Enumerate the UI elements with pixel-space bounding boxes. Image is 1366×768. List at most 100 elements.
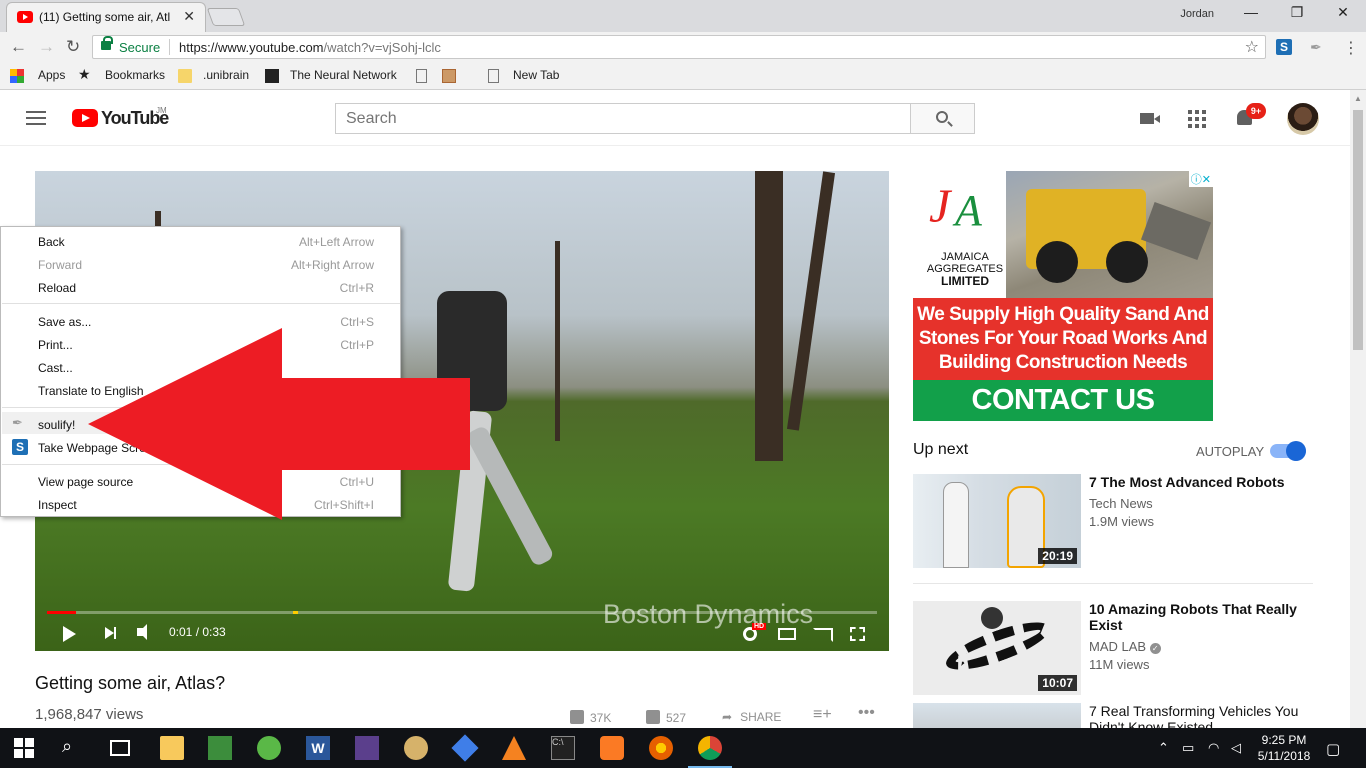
app-icon[interactable] bbox=[355, 736, 379, 760]
word-icon[interactable]: W bbox=[306, 736, 330, 760]
share-label: SHARE bbox=[740, 710, 782, 724]
recommendation-item[interactable]: 20:19 7 The Most Advanced Robots Tech Ne… bbox=[913, 474, 1313, 570]
bookmark-unibrain[interactable]: .unibrain bbox=[203, 68, 249, 82]
channel-label: MAD LAB bbox=[1089, 639, 1147, 654]
profile-name[interactable]: Jordan bbox=[1180, 8, 1214, 20]
soulify-extension-icon[interactable]: ✒ bbox=[1310, 39, 1326, 55]
menu-item-save-as[interactable]: Save as... bbox=[38, 315, 91, 329]
menu-item-print[interactable]: Print... bbox=[38, 338, 73, 352]
menu-item-back[interactable]: Back bbox=[38, 235, 65, 249]
channel-name[interactable]: MAD LAB ✓ bbox=[1089, 639, 1161, 654]
vlc-icon[interactable] bbox=[502, 736, 526, 760]
ad-contact-button[interactable]: CONTACT US bbox=[913, 380, 1213, 421]
scrollbar-thumb[interactable] bbox=[1353, 110, 1363, 350]
recommendation-views: 11M views bbox=[1089, 657, 1150, 672]
play-icon[interactable] bbox=[63, 626, 76, 642]
adchoices-icon[interactable]: ⓘ✕ bbox=[1188, 171, 1213, 187]
share-button[interactable]: ➦ SHARE bbox=[722, 710, 781, 724]
chrome-taskbar-icon[interactable] bbox=[688, 736, 732, 768]
file-explorer-icon[interactable] bbox=[160, 736, 184, 760]
url-text[interactable]: https://www.youtube.com/watch?v=vjSohj-l… bbox=[179, 40, 441, 55]
video-thumbnail[interactable]: 20:19 bbox=[913, 474, 1081, 568]
menu-item-inspect[interactable]: Inspect bbox=[38, 498, 77, 512]
fullscreen-icon[interactable] bbox=[850, 627, 865, 641]
new-tab-button[interactable] bbox=[206, 8, 246, 26]
action-center-icon[interactable]: ▢ bbox=[1326, 740, 1340, 758]
bookmark-apps[interactable]: Apps bbox=[38, 68, 65, 82]
avatar[interactable] bbox=[1287, 103, 1319, 135]
channel-name[interactable]: Tech News bbox=[1089, 496, 1153, 511]
menu-item-soulify[interactable]: soulify! bbox=[38, 418, 75, 432]
tab-close-icon[interactable]: ✕ bbox=[183, 8, 195, 25]
video-progress-bar[interactable] bbox=[47, 611, 877, 614]
recommendation-item[interactable]: 7 Real Transforming Vehicles You Didn't … bbox=[913, 703, 1313, 728]
cast-icon[interactable] bbox=[813, 628, 833, 642]
page-scrollbar[interactable]: ▲ bbox=[1350, 90, 1366, 728]
like-button[interactable]: 37K bbox=[570, 710, 611, 725]
chart-app-icon[interactable] bbox=[208, 736, 232, 760]
firefox-icon[interactable] bbox=[649, 736, 673, 760]
video-title: Getting some air, Atlas? bbox=[35, 673, 226, 693]
bookmark-star-icon[interactable]: ☆ bbox=[1245, 37, 1259, 57]
volume-tray-icon[interactable]: ◁ bbox=[1231, 740, 1241, 756]
wifi-icon[interactable]: ◠ bbox=[1208, 740, 1219, 756]
search-icon[interactable]: ⌕ bbox=[62, 736, 86, 760]
task-view-icon[interactable] bbox=[110, 740, 130, 756]
forward-icon[interactable]: → bbox=[38, 37, 55, 57]
video-duration: 10:07 bbox=[1038, 675, 1077, 691]
search-input[interactable] bbox=[336, 104, 911, 133]
terminal-icon[interactable]: C:\ bbox=[551, 736, 575, 760]
recommendation-title[interactable]: 7 The Most Advanced Robots bbox=[1089, 474, 1313, 490]
paint-icon[interactable] bbox=[404, 736, 428, 760]
bookmark-bookmarks[interactable]: Bookmarks bbox=[105, 68, 165, 82]
menu-item-cast[interactable]: Cast... bbox=[38, 361, 73, 375]
battery-icon[interactable]: ▭ bbox=[1182, 740, 1194, 756]
menu-item-forward[interactable]: Forward bbox=[38, 258, 82, 272]
recommendation-item[interactable]: 10:07 10 Amazing Robots That Really Exis… bbox=[913, 601, 1313, 697]
create-video-icon[interactable] bbox=[1140, 113, 1160, 124]
video-thumbnail[interactable] bbox=[913, 703, 1081, 728]
back-icon[interactable]: ← bbox=[10, 37, 27, 57]
recommendation-title[interactable]: 10 Amazing Robots That Really Exist bbox=[1089, 601, 1313, 633]
scroll-up-icon[interactable]: ▲ bbox=[1354, 94, 1362, 103]
shortcut-label: Ctrl+S bbox=[340, 315, 374, 329]
minimize-icon[interactable]: — bbox=[1228, 4, 1274, 20]
menu-separator bbox=[2, 303, 400, 304]
reload-icon[interactable]: ↻ bbox=[66, 37, 80, 57]
next-video-icon[interactable] bbox=[105, 627, 116, 639]
bookmark-new-tab[interactable]: New Tab bbox=[513, 68, 559, 82]
dislike-button[interactable]: 527 bbox=[646, 710, 686, 725]
youtube-logo-icon[interactable] bbox=[72, 109, 98, 127]
menu-item-reload[interactable]: Reload bbox=[38, 281, 76, 295]
progress-played bbox=[47, 611, 77, 614]
window-close-icon[interactable]: ✕ bbox=[1320, 4, 1366, 21]
country-code: JM bbox=[156, 106, 167, 115]
volume-icon[interactable] bbox=[137, 624, 147, 640]
browser-tab-active[interactable]: (11) Getting some air, Atl ✕ bbox=[6, 2, 206, 32]
xampp-icon[interactable] bbox=[600, 736, 624, 760]
more-actions-icon[interactable]: ••• bbox=[858, 704, 875, 722]
utorrent-icon[interactable] bbox=[257, 736, 281, 760]
apps-icon[interactable] bbox=[1188, 110, 1206, 128]
recommendation-title[interactable]: 7 Real Transforming Vehicles You Didn't … bbox=[1089, 703, 1313, 728]
tray-chevron-icon[interactable]: ⌃ bbox=[1158, 740, 1169, 756]
webpage-screenshot-extension-icon[interactable]: S bbox=[1276, 39, 1292, 55]
shortcut-label: Ctrl+R bbox=[339, 281, 374, 295]
add-to-playlist-icon[interactable]: ≡+ bbox=[813, 706, 832, 724]
address-bar[interactable]: Secure https://www.youtube.com/watch?v=v… bbox=[92, 35, 1266, 59]
theater-mode-icon[interactable] bbox=[778, 628, 796, 640]
taskbar-clock[interactable]: 9:25 PM 5/11/2018 bbox=[1254, 732, 1314, 764]
soulify-feather-icon: ✒ bbox=[12, 415, 23, 430]
bookmark-neural-network[interactable]: The Neural Network bbox=[290, 68, 397, 82]
windows-start-icon[interactable] bbox=[14, 738, 38, 762]
page-icon[interactable] bbox=[416, 69, 427, 83]
restore-icon[interactable]: ❐ bbox=[1274, 4, 1320, 21]
search-button[interactable] bbox=[910, 103, 975, 134]
autoplay-toggle[interactable] bbox=[1270, 441, 1306, 461]
advertisement[interactable]: JA JAMAICA AGGREGATES LIMITED ⓘ✕ We Supp… bbox=[913, 171, 1213, 421]
chrome-menu-icon[interactable]: ⋮ bbox=[1343, 38, 1359, 58]
image-bookmark-icon[interactable] bbox=[442, 69, 456, 83]
network-app-icon[interactable] bbox=[451, 734, 479, 762]
hamburger-menu-icon[interactable] bbox=[26, 111, 46, 125]
video-thumbnail[interactable]: 10:07 bbox=[913, 601, 1081, 695]
